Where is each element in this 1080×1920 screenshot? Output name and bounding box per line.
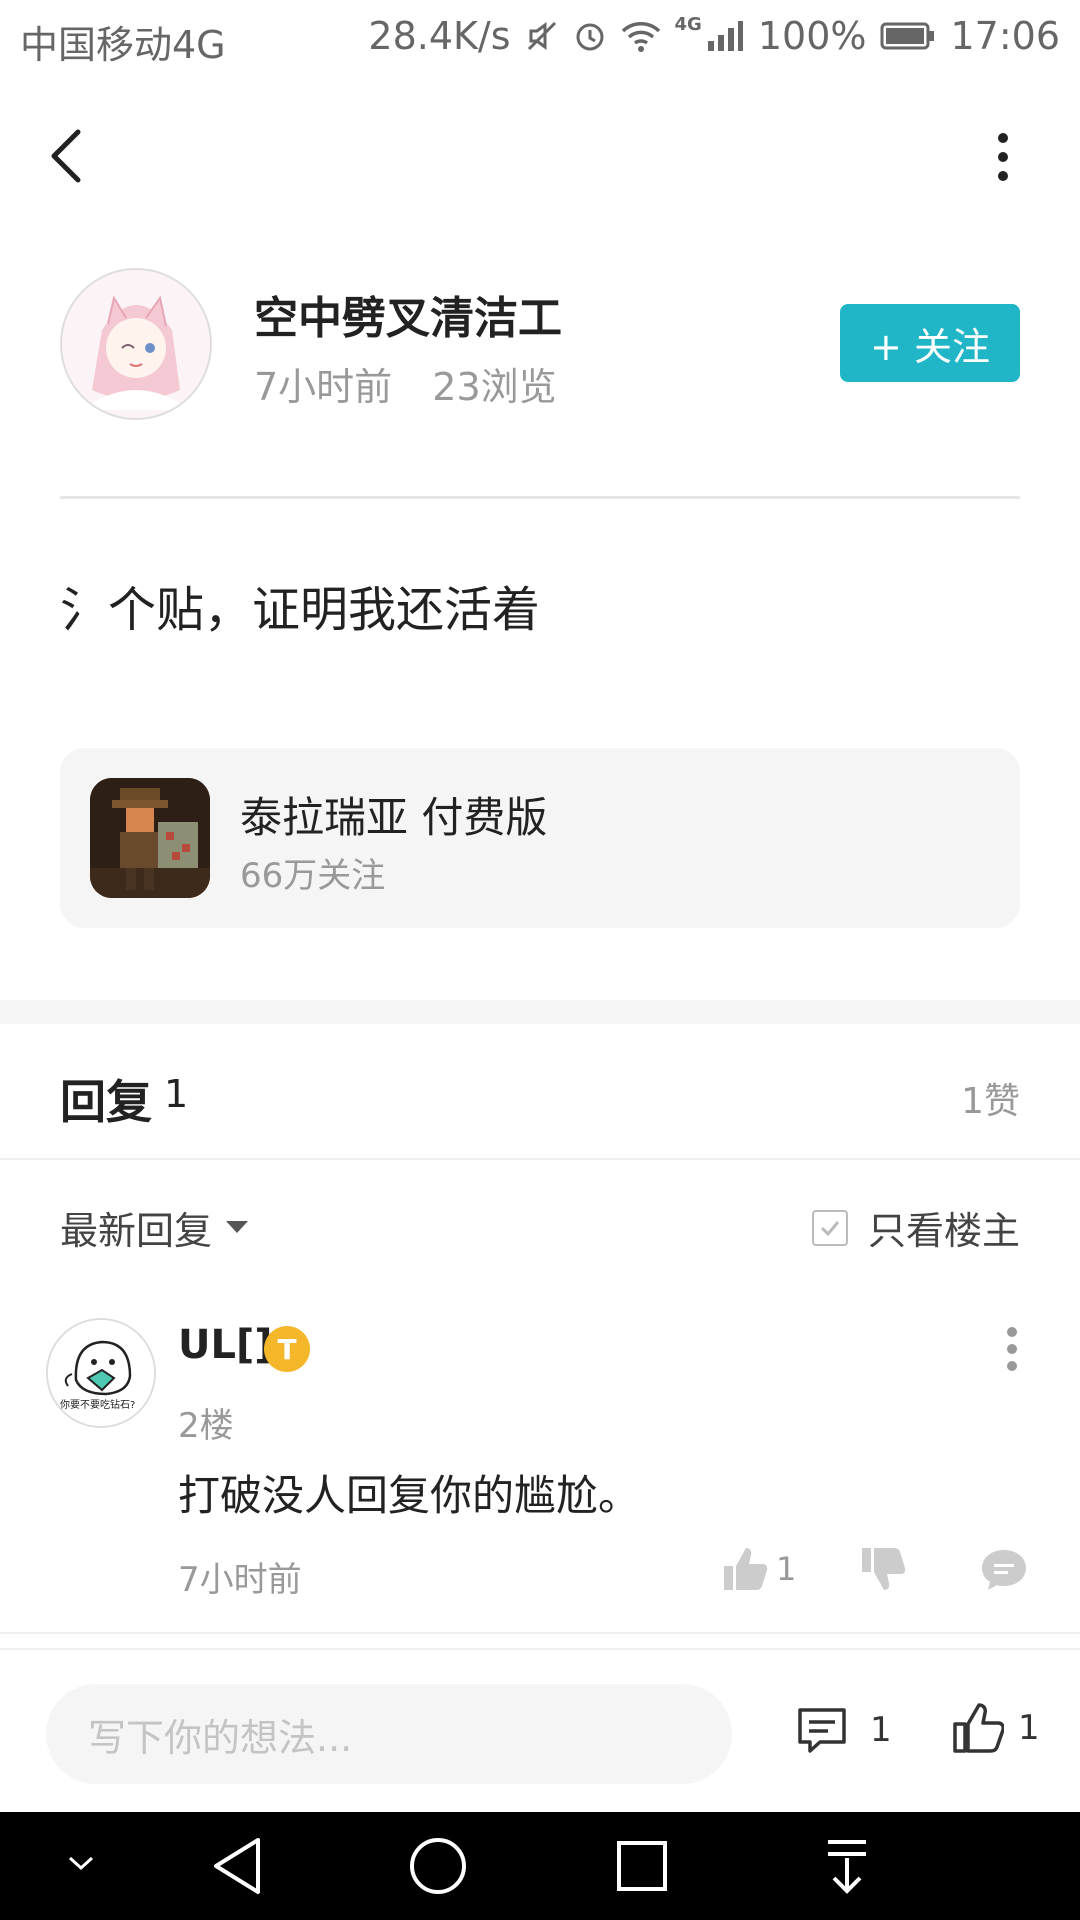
thumbs-down-icon bbox=[862, 1548, 906, 1590]
network-speed: 28.4K/s bbox=[368, 14, 511, 58]
follow-button[interactable]: + 关注 bbox=[840, 304, 1020, 382]
caret-down-icon bbox=[226, 1220, 249, 1233]
status-bar: 中国移动4G 28.4K/s 4G 100% 17:06 bbox=[0, 0, 1080, 76]
thumbs-up-icon bbox=[724, 1548, 768, 1590]
carrier-label: 中国移动4G bbox=[20, 23, 226, 67]
recents-square-icon bbox=[617, 1841, 667, 1891]
mute-icon bbox=[527, 21, 556, 51]
clock: 17:06 bbox=[950, 14, 1060, 58]
nav-recents-button[interactable] bbox=[616, 1840, 668, 1896]
divider bbox=[60, 496, 1020, 499]
comments-button[interactable]: 1 bbox=[796, 1706, 892, 1754]
back-triangle-icon bbox=[214, 1838, 260, 1894]
divider bbox=[0, 1648, 1080, 1650]
comment-text: 打破没人回复你的尴尬。 bbox=[178, 1471, 641, 1520]
game-name: 泰拉瑞亚 付费版 bbox=[240, 793, 548, 842]
check-icon bbox=[820, 1220, 840, 1236]
chevron-left-icon bbox=[51, 129, 81, 183]
alarm-icon bbox=[576, 23, 604, 51]
comment-time: 7小时前 bbox=[178, 1560, 302, 1600]
comment-dislike-button[interactable] bbox=[860, 1546, 906, 1596]
more-menu-button[interactable] bbox=[996, 132, 1010, 182]
comment-more-button[interactable] bbox=[1006, 1326, 1018, 1372]
only-op-label: 只看楼主 bbox=[867, 1209, 1020, 1253]
comment-reply-button[interactable] bbox=[980, 1548, 1028, 1596]
battery-icon bbox=[880, 22, 935, 50]
section-separator bbox=[0, 1000, 1080, 1024]
sort-dropdown[interactable]: 最新回复 bbox=[60, 1200, 249, 1255]
avatar-caption: 你要不要吃钻石? bbox=[60, 1400, 136, 1411]
game-followers: 66万关注 bbox=[240, 856, 386, 896]
divider bbox=[0, 1632, 1080, 1634]
nav-collapse-button[interactable] bbox=[66, 1854, 96, 1878]
home-circle-icon bbox=[410, 1838, 466, 1894]
comment-input-placeholder: 写下你的想法... bbox=[88, 1715, 353, 1760]
game-icon bbox=[90, 778, 210, 898]
commenter-name[interactable]: UL[] bbox=[178, 1322, 273, 1368]
post-views: 23浏览 bbox=[432, 365, 557, 409]
nav-home-button[interactable] bbox=[408, 1836, 468, 1900]
comment-like-button[interactable]: 1 bbox=[722, 1546, 796, 1592]
comment-icon bbox=[798, 1708, 846, 1753]
nav-notifications-button[interactable] bbox=[824, 1836, 870, 1900]
post-content: 氵个贴，证明我还活着 bbox=[60, 582, 541, 638]
notification-pull-icon bbox=[828, 1840, 866, 1894]
game-card[interactable]: 泰拉瑞亚 付费版 66万关注 bbox=[60, 748, 1020, 928]
thumbs-up-outline-icon bbox=[953, 1703, 1004, 1753]
comment-floor: 2楼 bbox=[178, 1406, 234, 1446]
author-name[interactable]: 空中劈叉清洁工 bbox=[254, 282, 562, 346]
comment-like-count: 1 bbox=[776, 1550, 797, 1588]
replies-count: 1 bbox=[164, 1072, 189, 1116]
system-nav-bar bbox=[0, 1812, 1080, 1920]
wifi-icon bbox=[621, 22, 660, 52]
author-avatar[interactable] bbox=[60, 268, 212, 420]
network-type: 4G bbox=[674, 14, 702, 35]
comments-count: 1 bbox=[870, 1710, 892, 1750]
only-op-checkbox[interactable] bbox=[811, 1209, 848, 1246]
post-likes-count: 1赞 bbox=[961, 1081, 1020, 1122]
divider bbox=[0, 1158, 1080, 1160]
comment-input[interactable]: 写下你的想法... bbox=[46, 1684, 732, 1784]
commenter-avatar[interactable]: 你要不要吃钻石? bbox=[46, 1318, 156, 1428]
chevron-down-icon bbox=[68, 1856, 94, 1871]
post-time: 7小时前 bbox=[254, 365, 393, 409]
battery-percent: 100% bbox=[757, 14, 867, 58]
back-button[interactable] bbox=[44, 126, 90, 186]
user-level-badge: T bbox=[264, 1326, 310, 1372]
post-meta: 7小时前 23浏览 bbox=[254, 356, 557, 411]
anime-girl-avatar-icon bbox=[62, 270, 210, 418]
nav-back-button[interactable] bbox=[210, 1836, 264, 1900]
vertical-ellipsis-icon bbox=[1007, 1327, 1017, 1371]
replies-title: 回复 bbox=[60, 1075, 152, 1129]
chat-bubble-icon bbox=[982, 1550, 1026, 1590]
status-right: 28.4K/s 4G 100% 17:06 bbox=[368, 14, 1060, 58]
like-button[interactable]: 1 bbox=[952, 1702, 1040, 1754]
likes-count: 1 bbox=[1018, 1708, 1040, 1748]
follow-label: + 关注 bbox=[870, 324, 990, 369]
vertical-ellipsis-icon bbox=[998, 133, 1008, 181]
sort-label: 最新回复 bbox=[60, 1209, 213, 1253]
only-op-toggle[interactable]: 只看楼主 bbox=[811, 1200, 1020, 1255]
signal-icon bbox=[707, 21, 743, 51]
